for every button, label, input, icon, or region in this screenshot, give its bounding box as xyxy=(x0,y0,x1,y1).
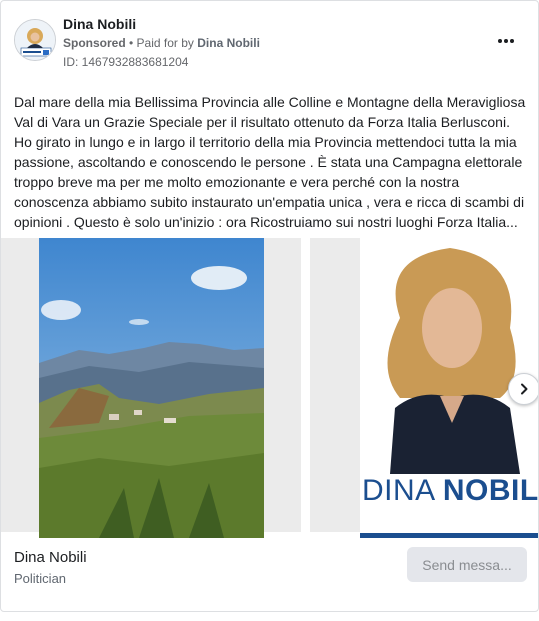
landscape-photo xyxy=(39,238,264,538)
carousel-next-button[interactable] xyxy=(508,373,538,405)
ad-id: ID: 1467932883681204 xyxy=(63,55,189,69)
portrait-last-name: NOBILI xyxy=(442,474,539,507)
portrait-caption: DINA NOBILI xyxy=(362,474,539,508)
post-body-text: Dal mare della mia Bellissima Provincia … xyxy=(14,94,526,230)
media-carousel[interactable]: DINA NOBILI xyxy=(1,238,539,538)
paid-for-by-name[interactable]: Dina Nobili xyxy=(197,36,260,50)
separator-dot: • xyxy=(125,36,137,50)
more-dot xyxy=(504,39,508,43)
sponsored-line: Sponsored • Paid for by Dina Nobili xyxy=(63,36,260,50)
ad-card: Dina Nobili Sponsored • Paid for by Dina… xyxy=(0,0,539,612)
footer-page-name[interactable]: Dina Nobili xyxy=(14,549,87,566)
footer-page-category: Politician xyxy=(14,571,67,586)
portrait-underline xyxy=(360,533,538,538)
more-dot xyxy=(510,39,514,43)
carousel-slide[interactable]: DINA NOBILI xyxy=(310,238,539,538)
page-name[interactable]: Dina Nobili xyxy=(63,16,136,32)
portrait-first-name: DINA xyxy=(362,474,443,507)
avatar-image xyxy=(15,20,55,60)
carousel-slide[interactable] xyxy=(1,238,301,538)
paid-for-by-label: Paid for by xyxy=(136,36,198,50)
more-options-button[interactable] xyxy=(494,31,518,51)
sponsored-label: Sponsored xyxy=(63,36,126,50)
more-horizontal-icon xyxy=(498,39,502,43)
chevron-right-icon xyxy=(521,383,528,395)
profile-avatar[interactable] xyxy=(14,19,56,61)
send-message-button[interactable]: Send messa... xyxy=(407,547,527,582)
